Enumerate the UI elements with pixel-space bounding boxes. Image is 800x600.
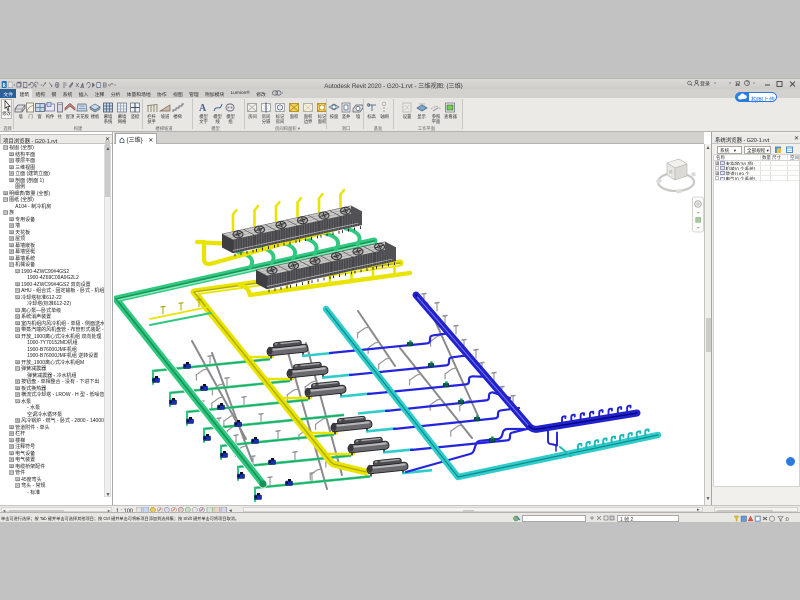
svg-text:前: 前: [669, 169, 673, 174]
svg-text:登录: 登录: [700, 80, 710, 87]
svg-text:A: A: [199, 103, 207, 114]
svg-text:?: ?: [746, 81, 749, 87]
svg-text:R: R: [3, 82, 6, 88]
svg-text:A: A: [80, 82, 84, 87]
svg-text::0: :0: [785, 517, 789, 522]
